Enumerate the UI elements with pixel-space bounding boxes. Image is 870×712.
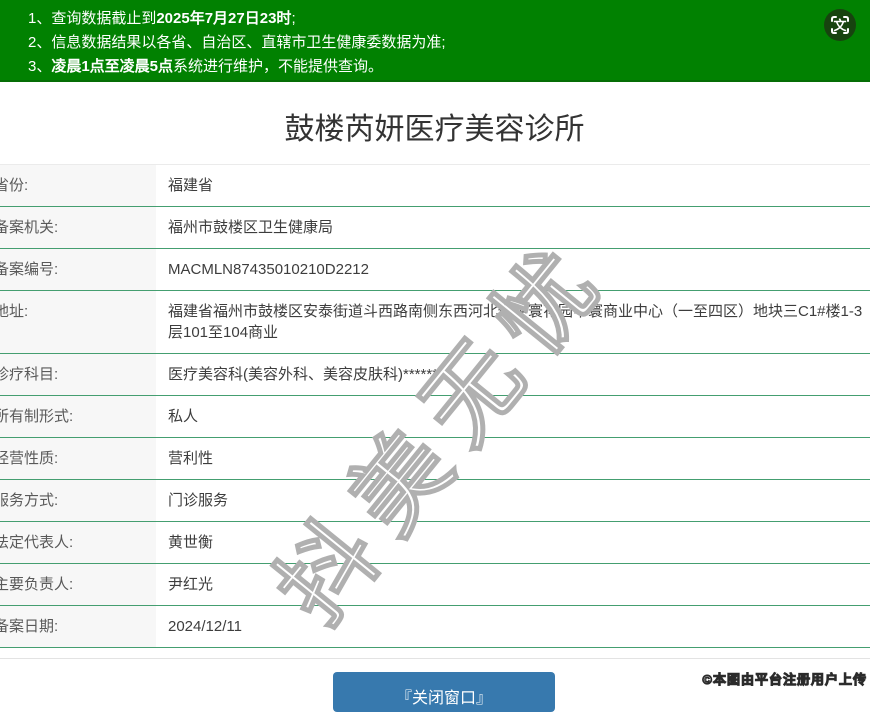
row-label: 法定代表人: — [0, 522, 156, 563]
notice-segment: 1、查询数据截止到 — [28, 10, 156, 27]
notice-segment: 3、 — [28, 58, 51, 75]
row-value: 黄世衡 — [168, 522, 870, 563]
table-row: 备案日期: 2024/12/11 — [0, 606, 870, 648]
table-row: 主要负责人: 尹红光 — [0, 564, 870, 606]
row-label: 备案编号: — [0, 249, 156, 290]
row-label: 诊疗科目: — [0, 354, 156, 395]
row-label: 经营性质: — [0, 438, 156, 479]
table-row: 经营性质: 营利性 — [0, 438, 870, 480]
table-row: 省份: 福建省 — [0, 165, 870, 207]
query-result: 鼓楼芮妍医疗美容诊所 省份: 福建省备案机关: 福州市鼓楼区卫生健康局备案编号: MA… — [0, 110, 870, 659]
translate-icon-graphic: 文 — [822, 7, 858, 43]
notice-line: 1、查询数据截止到2025年7月27日23时; — [28, 7, 870, 31]
page-title: 鼓楼芮妍医疗美容诊所 — [0, 110, 870, 150]
row-value: 福建省 — [168, 165, 870, 206]
notice-segment: 系统进行维护，不能提供查询。 — [173, 58, 383, 75]
row-label: 地址: — [0, 291, 156, 353]
row-value: 福建省福州市鼓楼区安泰街道斗西路南侧东西河北侧中寰花园中寰商业中心（一至四区）地… — [168, 291, 870, 353]
row-value: 尹红光 — [168, 564, 870, 605]
row-label: 所有制形式: — [0, 396, 156, 437]
table-row: 服务方式: 门诊服务 — [0, 480, 870, 522]
uploader-watermark: ©本图由平台注册用户上传 — [702, 669, 867, 688]
table-row: 所有制形式: 私人 — [0, 396, 870, 438]
notice-line: 2、信息数据结果以各省、自治区、直辖市卫生健康委数据为准; — [28, 31, 870, 55]
row-value: 私人 — [168, 396, 870, 437]
table-row: 诊疗科目: 医疗美容科(美容外科、美容皮肤科)****** — [0, 354, 870, 396]
row-value: 2024/12/11 — [168, 606, 870, 647]
close-window-button[interactable]: 『关闭窗口』 — [333, 672, 555, 712]
notice-line: 3、凌晨1点至凌晨5点系统进行维护，不能提供查询。 — [28, 55, 870, 79]
notice-segment: ; — [291, 10, 295, 27]
notice-banner: 1、查询数据截止到2025年7月27日23时; 2、信息数据结果以各省、自治区、直… — [0, 0, 870, 82]
footer-divider — [0, 658, 870, 659]
row-value: 医疗美容科(美容外科、美容皮肤科)****** — [168, 354, 870, 395]
row-value: 福州市鼓楼区卫生健康局 — [168, 207, 870, 248]
table-row: 备案编号: MACMLN87435010210D2212 — [0, 249, 870, 291]
notice-segment: 凌晨1点至凌晨5点 — [51, 58, 173, 75]
notice-segment: 2025年7月27日23时 — [156, 10, 291, 27]
notice-segment: 2、信息数据结果以各省、自治区、直辖市卫生健康委数据为准; — [28, 34, 446, 51]
translate-icon[interactable]: 文 — [822, 7, 858, 43]
table-row: 备案机关: 福州市鼓楼区卫生健康局 — [0, 207, 870, 249]
row-label: 主要负责人: — [0, 564, 156, 605]
notice-list: 1、查询数据截止到2025年7月27日23时; 2、信息数据结果以各省、自治区、直… — [28, 7, 870, 79]
table-row: 地址:福建省福州市鼓楼区安泰街道斗西路南侧东西河北侧中寰花园中寰商业中心（一至四… — [0, 291, 870, 354]
row-value: MACMLN87435010210D2212 — [168, 249, 870, 290]
info-table: 省份: 福建省备案机关: 福州市鼓楼区卫生健康局备案编号: MACMLN8743501… — [0, 164, 870, 648]
svg-text:文: 文 — [833, 18, 847, 33]
row-label: 备案机关: — [0, 207, 156, 248]
row-label: 备案日期: — [0, 606, 156, 647]
row-value: 营利性 — [168, 438, 870, 479]
row-label: 服务方式: — [0, 480, 156, 521]
row-value: 门诊服务 — [168, 480, 870, 521]
table-row: 法定代表人: 黄世衡 — [0, 522, 870, 564]
row-label: 省份: — [0, 165, 156, 206]
